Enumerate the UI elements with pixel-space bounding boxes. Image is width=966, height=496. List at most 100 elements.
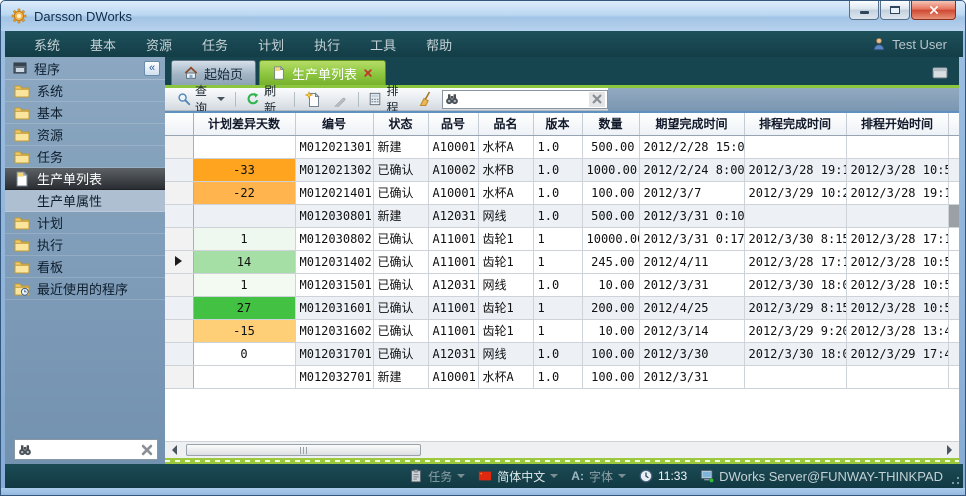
cell-pno[interactable]: A11001 [428,227,478,250]
cell-due[interactable]: 2012/3/7 [639,181,744,204]
cell-due[interactable]: 2012/3/31 0:17 [639,227,744,250]
cell-pname[interactable]: 网线 [478,204,533,227]
cell-extra[interactable] [948,135,959,158]
cell-diff[interactable]: -15 [193,319,295,342]
cell-ver[interactable]: 1.0 [533,158,582,181]
cell-qty[interactable]: 500.00 [582,204,639,227]
column-header-5[interactable]: 版本 [533,112,582,135]
cell-pno[interactable]: A10001 [428,181,478,204]
cell-pno[interactable]: A12031 [428,204,478,227]
table-row[interactable]: 1M012031501已确认A12031网线1.010.002012/3/312… [165,273,959,296]
row-selector[interactable] [165,319,193,342]
cell-status[interactable]: 已确认 [373,296,428,319]
cell-start[interactable]: 2012/3/29 17:46 [846,342,948,365]
cell-pname[interactable]: 齿轮1 [478,227,533,250]
menu-item-3[interactable]: 任务 [187,31,243,58]
cell-qty[interactable]: 245.00 [582,250,639,273]
cell-due[interactable]: 2012/4/25 [639,296,744,319]
cell-code[interactable]: M012021401 [295,181,373,204]
row-selector[interactable] [165,135,193,158]
cell-ver[interactable]: 1 [533,250,582,273]
cell-diff[interactable] [193,204,295,227]
cell-code[interactable]: M012031602 [295,319,373,342]
cell-status[interactable]: 已确认 [373,158,428,181]
menu-item-1[interactable]: 基本 [75,31,131,58]
cell-status[interactable]: 已确认 [373,227,428,250]
cell-extra[interactable] [948,342,959,365]
table-row[interactable]: -33M012021302已确认A10002水杯B1.01000.002012/… [165,158,959,181]
clear-grid-search-button[interactable] [589,92,605,107]
query-dropdown-caret[interactable] [217,97,225,105]
collapse-sidebar-button[interactable]: « [144,61,160,76]
table-row[interactable]: 14M012031402已确认A11001齿轮11245.002012/4/11… [165,250,959,273]
font-menu[interactable]: A: 字体 [571,468,626,485]
table-row[interactable]: -22M012021401已确认A10001水杯A1.0100.002012/3… [165,181,959,204]
menu-item-5[interactable]: 执行 [299,31,355,58]
user-info[interactable]: Test User [872,37,947,52]
column-header-0[interactable]: 计划差异天数 [193,112,295,135]
row-selector[interactable] [165,158,193,181]
cell-due[interactable]: 2012/3/14 [639,319,744,342]
cell-status[interactable]: 新建 [373,365,428,388]
column-header-1[interactable]: 编号 [295,112,373,135]
cell-start[interactable]: 2012/3/28 17:13 [846,227,948,250]
row-selector[interactable] [165,250,193,273]
cell-pno[interactable]: A12031 [428,273,478,296]
cell-due[interactable]: 2012/4/11 [639,250,744,273]
cell-diff[interactable]: 0 [193,342,295,365]
column-header-2[interactable]: 状态 [373,112,428,135]
cell-end[interactable]: 2012/3/28 19:10 [744,158,846,181]
tab-close-icon[interactable] [363,68,373,78]
cell-code[interactable]: M012032701 [295,365,373,388]
table-row[interactable]: M012032701新建A10001水杯A1.0100.002012/3/31 [165,365,959,388]
cell-extra[interactable] [948,273,959,296]
cell-diff[interactable] [193,135,295,158]
cell-code[interactable]: M012031402 [295,250,373,273]
cell-status[interactable]: 已确认 [373,273,428,296]
column-header-6[interactable]: 数量 [582,112,639,135]
menu-item-0[interactable]: 系统 [19,31,75,58]
cell-pname[interactable]: 网线 [478,273,533,296]
cell-due[interactable]: 2012/3/31 [639,365,744,388]
column-header-partial[interactable]: 前 [948,112,959,135]
sidebar-item-9[interactable]: 最近使用的程序 [5,278,165,300]
language-menu[interactable]: 简体中文 [478,468,558,485]
cell-pno[interactable]: A11001 [428,296,478,319]
cell-qty[interactable]: 100.00 [582,365,639,388]
menu-item-4[interactable]: 计划 [243,31,299,58]
cell-ver[interactable]: 1 [533,319,582,342]
cell-code[interactable]: M012031501 [295,273,373,296]
cell-pno[interactable]: A11001 [428,319,478,342]
cell-end[interactable] [744,365,846,388]
scroll-right-button[interactable] [942,442,959,458]
cell-start[interactable]: 2012/3/28 10:52 [846,250,948,273]
resize-grip[interactable] [957,482,959,484]
cell-extra[interactable]: # [948,204,959,227]
cell-end[interactable] [744,204,846,227]
cell-start[interactable]: 2012/3/28 19:10 [846,181,948,204]
cell-qty[interactable]: 100.00 [582,181,639,204]
cell-ver[interactable]: 1 [533,296,582,319]
cell-status[interactable]: 已确认 [373,342,428,365]
cell-due[interactable]: 2012/2/28 15:00 [639,135,744,158]
clear-sidebar-search-icon[interactable] [140,443,154,457]
cell-diff[interactable] [193,365,295,388]
cell-code[interactable]: M012030802 [295,227,373,250]
cell-end[interactable] [744,135,846,158]
column-header-8[interactable]: 排程完成时间 [744,112,846,135]
column-header-3[interactable]: 品号 [428,112,478,135]
cell-code[interactable]: M012021302 [295,158,373,181]
clean-button[interactable] [413,89,437,109]
cell-ver[interactable]: 1.0 [533,204,582,227]
scroll-left-button[interactable] [165,442,182,458]
cell-end[interactable]: 2012/3/30 18:00 [744,342,846,365]
sidebar-item-1[interactable]: 基本 [5,102,165,124]
cell-extra[interactable] [948,296,959,319]
cell-qty[interactable]: 10.00 [582,319,639,342]
close-button[interactable] [911,1,956,20]
cell-status[interactable]: 已确认 [373,181,428,204]
minimize-button[interactable] [849,1,879,20]
cell-pno[interactable]: A12031 [428,342,478,365]
cell-ver[interactable]: 1.0 [533,342,582,365]
cell-qty[interactable]: 1000.00 [582,158,639,181]
